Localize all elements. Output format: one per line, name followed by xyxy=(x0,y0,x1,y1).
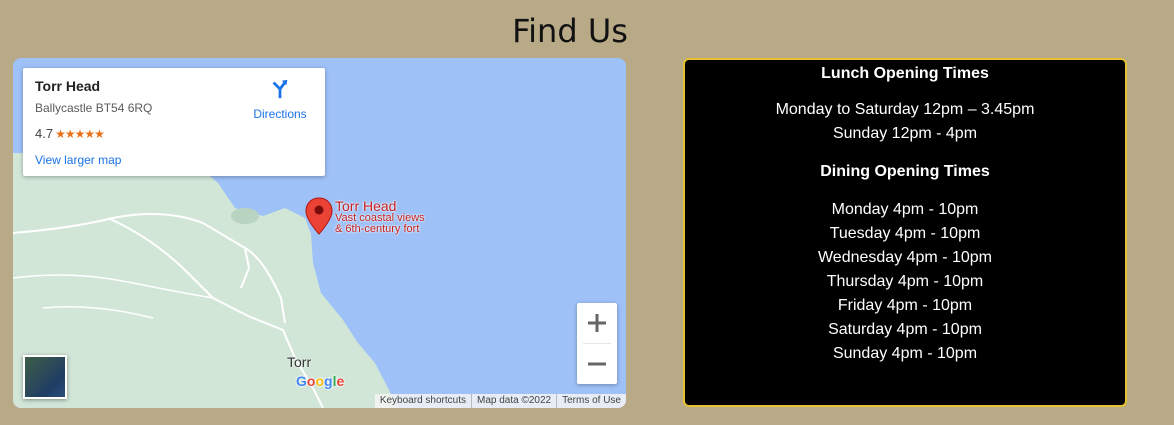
lunch-line: Monday to Saturday 12pm – 3.45pm xyxy=(775,101,1035,118)
lunch-heading: Lunch Opening Times xyxy=(821,65,989,82)
place-info-card: Torr Head Ballycastle BT54 6RQ 4.7 ★★★★★ … xyxy=(23,68,325,176)
pin-subtitle-2: & 6th-century fort xyxy=(335,223,420,235)
pin-label: Torr Head Vast coastal views & 6th-centu… xyxy=(335,199,425,235)
map-attribution: Keyboard shortcuts Map data ©2022 Terms … xyxy=(374,394,626,408)
zoom-controls xyxy=(577,303,617,384)
zoom-in-button[interactable] xyxy=(577,303,617,343)
map-data-text: Map data ©2022 xyxy=(471,394,556,408)
keyboard-shortcuts-link[interactable]: Keyboard shortcuts xyxy=(375,394,471,408)
dining-heading: Dining Opening Times xyxy=(820,163,990,180)
dining-times: Monday 4pm - 10pm Tuesday 4pm - 10pm Wed… xyxy=(685,198,1125,366)
google-logo: Google xyxy=(296,373,344,389)
dining-line: Wednesday 4pm - 10pm xyxy=(817,249,992,266)
terms-of-use-link[interactable]: Terms of Use xyxy=(556,394,626,408)
embedded-map[interactable]: Torr Head Ballycastle BT54 6RQ 4.7 ★★★★★ … xyxy=(13,58,626,408)
dining-line: Thursday 4pm - 10pm xyxy=(826,273,984,290)
satellite-toggle-button[interactable] xyxy=(23,355,67,399)
directions-icon xyxy=(272,79,288,99)
dining-line: Saturday 4pm - 10pm xyxy=(828,321,982,338)
opening-hours-panel: Lunch Opening Times Monday to Saturday 1… xyxy=(683,58,1127,407)
dining-line: Sunday 4pm - 10pm xyxy=(832,345,978,362)
lunch-times: Monday to Saturday 12pm – 3.45pm Sunday … xyxy=(685,98,1125,146)
place-rating: 4.7 ★★★★★ xyxy=(35,126,105,141)
dining-line: Friday 4pm - 10pm xyxy=(837,297,973,314)
directions-label: Directions xyxy=(253,107,307,121)
google-letter: e xyxy=(336,373,345,389)
zoom-out-button[interactable] xyxy=(577,344,617,384)
view-larger-map-link[interactable]: View larger map xyxy=(35,153,121,167)
rating-stars-icon: ★★★★★ xyxy=(55,127,105,141)
google-letter: o xyxy=(315,373,325,389)
minus-icon xyxy=(588,362,606,366)
map-pin-icon[interactable] xyxy=(305,197,333,235)
town-label: Torr xyxy=(287,354,312,370)
lunch-line: Sunday 12pm - 4pm xyxy=(832,125,978,142)
directions-button[interactable]: Directions xyxy=(249,78,311,121)
dining-line: Tuesday 4pm - 10pm xyxy=(829,225,981,242)
google-letter: G xyxy=(296,373,307,389)
rating-value: 4.7 xyxy=(35,126,54,141)
place-name: Torr Head xyxy=(35,78,101,94)
place-address: Ballycastle BT54 6RQ xyxy=(35,101,153,115)
dining-line: Monday 4pm - 10pm xyxy=(831,201,979,218)
google-letter: g xyxy=(324,373,333,389)
plus-icon xyxy=(588,314,606,332)
page-title: Find Us xyxy=(512,12,628,50)
